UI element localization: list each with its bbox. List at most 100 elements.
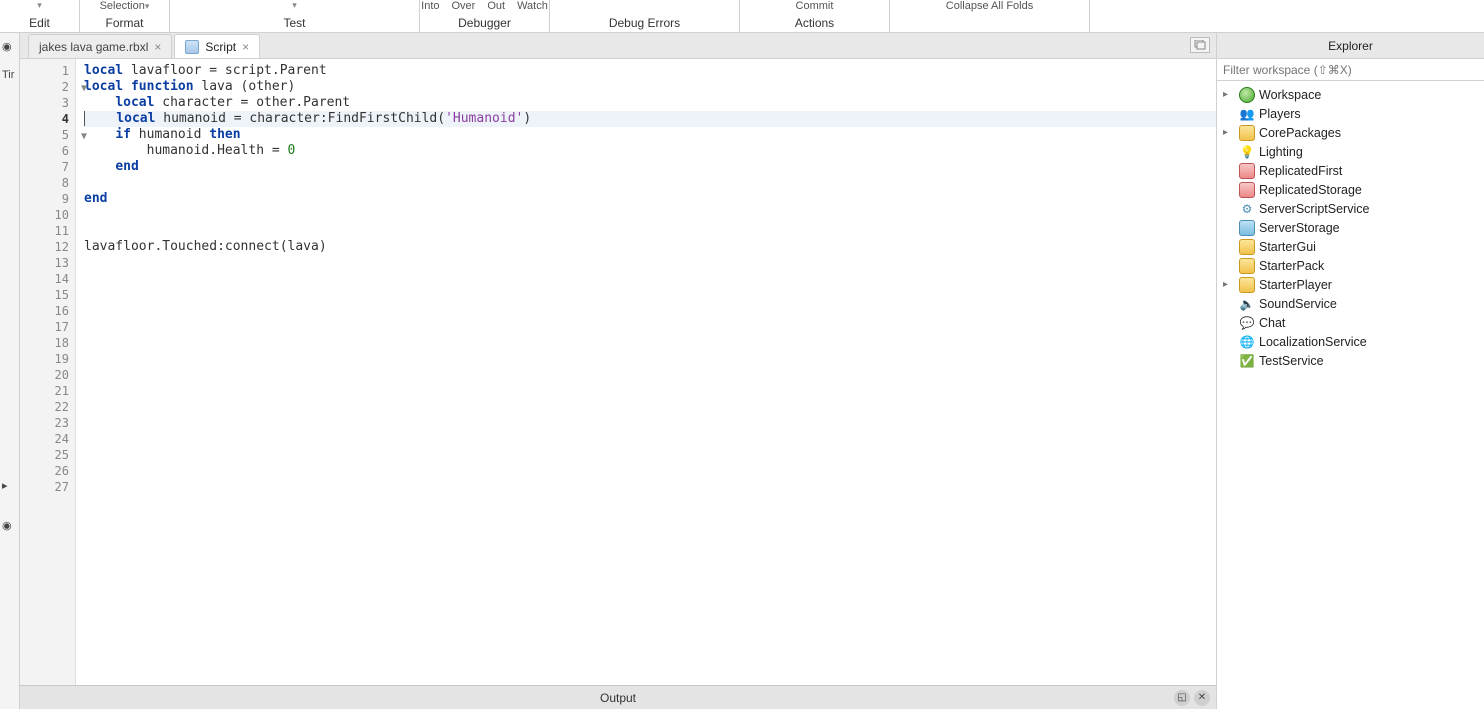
line-number[interactable]: 24	[20, 431, 75, 447]
toolbar-item[interactable]: Over	[452, 0, 476, 12]
toolbar-item[interactable]: Into	[421, 0, 439, 12]
line-number[interactable]: 1	[20, 63, 75, 79]
code-line[interactable]	[84, 175, 1216, 191]
line-number[interactable]: 22	[20, 399, 75, 415]
line-number[interactable]: 15	[20, 287, 75, 303]
code-line[interactable]	[84, 383, 1216, 399]
code-line[interactable]	[84, 431, 1216, 447]
close-icon[interactable]: ×	[154, 40, 161, 54]
tree-item-serverstorage[interactable]: ServerStorage	[1217, 218, 1484, 237]
line-number[interactable]: 19	[20, 351, 75, 367]
dock-expand-icon[interactable]: ▸	[2, 479, 8, 492]
expand-icon[interactable]: ▸	[1223, 279, 1235, 290]
expand-icon[interactable]: ▸	[1223, 127, 1235, 138]
tab-jakes-lava-game-rbxl[interactable]: jakes lava game.rbxl×	[28, 34, 172, 58]
line-number[interactable]: 10	[20, 207, 75, 223]
toolbar-item[interactable]: Commit	[796, 0, 834, 12]
dock-pin-icon[interactable]: ◉	[2, 40, 12, 53]
code-line[interactable]: if humanoid then	[84, 127, 1216, 143]
line-number[interactable]: 7	[20, 159, 75, 175]
code-line[interactable]	[84, 399, 1216, 415]
code-line[interactable]: local lavafloor = script.Parent	[84, 63, 1216, 79]
tree-item-starterplayer[interactable]: ▸StarterPlayer	[1217, 275, 1484, 294]
tree-item-players[interactable]: Players	[1217, 104, 1484, 123]
line-number[interactable]: 16	[20, 303, 75, 319]
toolbar-item[interactable]: Collapse All Folds	[946, 0, 1033, 12]
code-line[interactable]: local character = other.Parent	[84, 95, 1216, 111]
output-panel-header[interactable]: Output ◱ ✕	[20, 685, 1216, 709]
dropdown-icon[interactable]: ▾	[292, 0, 297, 11]
code-line[interactable]	[84, 463, 1216, 479]
tree-item-serverscriptservice[interactable]: ServerScriptService	[1217, 199, 1484, 218]
code-line[interactable]: local humanoid = character:FindFirstChil…	[84, 111, 1216, 127]
toolbar-item[interactable]: Out	[487, 0, 505, 12]
code-line[interactable]	[84, 287, 1216, 303]
code-line[interactable]	[84, 223, 1216, 239]
line-number[interactable]: 20	[20, 367, 75, 383]
code-line[interactable]: end	[84, 159, 1216, 175]
code-line[interactable]	[84, 207, 1216, 223]
line-number[interactable]: 5▼	[20, 127, 75, 143]
fold-icon[interactable]: ▼	[81, 81, 87, 97]
explorer-filter[interactable]	[1217, 59, 1484, 81]
code-line[interactable]	[84, 303, 1216, 319]
code-line[interactable]	[84, 271, 1216, 287]
code-line[interactable]: local function lava (other)	[84, 79, 1216, 95]
code-line[interactable]	[84, 415, 1216, 431]
dock-pin2-icon[interactable]: ◉	[2, 519, 12, 532]
toolbar-item[interactable]: Watch	[517, 0, 548, 12]
tree-item-workspace[interactable]: ▸Workspace	[1217, 85, 1484, 104]
code-line[interactable]	[84, 447, 1216, 463]
line-number[interactable]: 9	[20, 191, 75, 207]
code-line[interactable]: lavafloor.Touched:connect(lava)	[84, 239, 1216, 255]
line-number[interactable]: 14	[20, 271, 75, 287]
line-number[interactable]: 4	[20, 111, 75, 127]
tree-item-starterpack[interactable]: StarterPack	[1217, 256, 1484, 275]
tree-item-soundservice[interactable]: SoundService	[1217, 294, 1484, 313]
code-line[interactable]	[84, 335, 1216, 351]
tree-item-chat[interactable]: Chat	[1217, 313, 1484, 332]
fold-icon[interactable]: ▼	[81, 129, 87, 145]
tree-item-replicatedfirst[interactable]: ReplicatedFirst	[1217, 161, 1484, 180]
code-line[interactable]	[84, 479, 1216, 495]
line-number[interactable]: 3	[20, 95, 75, 111]
line-number[interactable]: 17	[20, 319, 75, 335]
tree-item-startergui[interactable]: StarterGui	[1217, 237, 1484, 256]
line-number[interactable]: 27	[20, 479, 75, 495]
line-number[interactable]: 18	[20, 335, 75, 351]
code-line[interactable]	[84, 367, 1216, 383]
explorer-tree[interactable]: ▸WorkspacePlayers▸CorePackagesLightingRe…	[1217, 81, 1484, 709]
code-line[interactable]	[84, 255, 1216, 271]
line-number[interactable]: 26	[20, 463, 75, 479]
line-number[interactable]: 2▼	[20, 79, 75, 95]
tree-item-localizationservice[interactable]: LocalizationService	[1217, 332, 1484, 351]
dock-label[interactable]: Tir	[2, 69, 14, 81]
line-number[interactable]: 13	[20, 255, 75, 271]
code-line[interactable]	[84, 319, 1216, 335]
tab-script[interactable]: Script×	[174, 34, 260, 58]
code-line[interactable]	[84, 351, 1216, 367]
code-editor[interactable]: 12▼345▼678910111213141516171819202122232…	[20, 59, 1216, 685]
line-number[interactable]: 21	[20, 383, 75, 399]
dropdown-icon[interactable]: ▾	[37, 0, 42, 11]
line-number[interactable]: 12	[20, 239, 75, 255]
restore-panel-icon[interactable]	[1190, 37, 1210, 53]
code-area[interactable]: local lavafloor = script.Parentlocal fun…	[76, 59, 1216, 685]
expand-icon[interactable]: ▸	[1223, 89, 1235, 100]
line-number[interactable]: 11	[20, 223, 75, 239]
filter-input[interactable]	[1217, 59, 1484, 80]
line-number[interactable]: 8	[20, 175, 75, 191]
code-line[interactable]: end	[84, 191, 1216, 207]
output-close-icon[interactable]: ✕	[1194, 690, 1210, 706]
toolbar-item[interactable]: Selection▾	[100, 0, 150, 12]
tree-item-replicatedstorage[interactable]: ReplicatedStorage	[1217, 180, 1484, 199]
line-number[interactable]: 6	[20, 143, 75, 159]
output-popout-icon[interactable]: ◱	[1174, 690, 1190, 706]
tree-item-lighting[interactable]: Lighting	[1217, 142, 1484, 161]
tree-item-corepackages[interactable]: ▸CorePackages	[1217, 123, 1484, 142]
close-icon[interactable]: ×	[242, 40, 249, 54]
line-number[interactable]: 25	[20, 447, 75, 463]
tree-item-testservice[interactable]: TestService	[1217, 351, 1484, 370]
line-number[interactable]: 23	[20, 415, 75, 431]
code-line[interactable]: humanoid.Health = 0	[84, 143, 1216, 159]
